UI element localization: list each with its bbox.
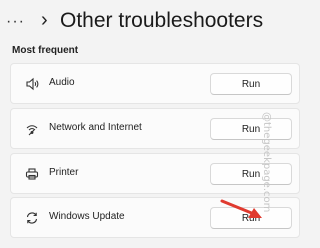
troubleshooter-item-network: Network and Internet Run (10, 108, 300, 149)
wifi-icon (24, 121, 40, 137)
more-options-icon[interactable]: ··· (6, 14, 25, 30)
troubleshooter-label: Network and Internet (49, 122, 142, 133)
breadcrumb-chevron-icon: › (41, 9, 48, 31)
section-label: Most frequent (12, 45, 79, 56)
troubleshooter-item-printer: Printer Run (10, 153, 300, 194)
run-network-button[interactable]: Run (210, 118, 292, 140)
run-printer-button[interactable]: Run (210, 163, 292, 185)
run-audio-button[interactable]: Run (210, 73, 292, 95)
speaker-icon (24, 76, 40, 92)
header: ··· › Other troubleshooters (0, 0, 300, 44)
refresh-icon (24, 210, 40, 226)
watermark: @thegeekpage.com (261, 112, 272, 213)
printer-icon (24, 166, 40, 182)
troubleshooter-item-audio: Audio Run (10, 63, 300, 104)
troubleshooter-label: Audio (49, 77, 75, 88)
troubleshooter-label: Printer (49, 167, 79, 178)
troubleshooter-label: Windows Update (49, 211, 125, 222)
page-title: Other troubleshooters (60, 9, 264, 32)
